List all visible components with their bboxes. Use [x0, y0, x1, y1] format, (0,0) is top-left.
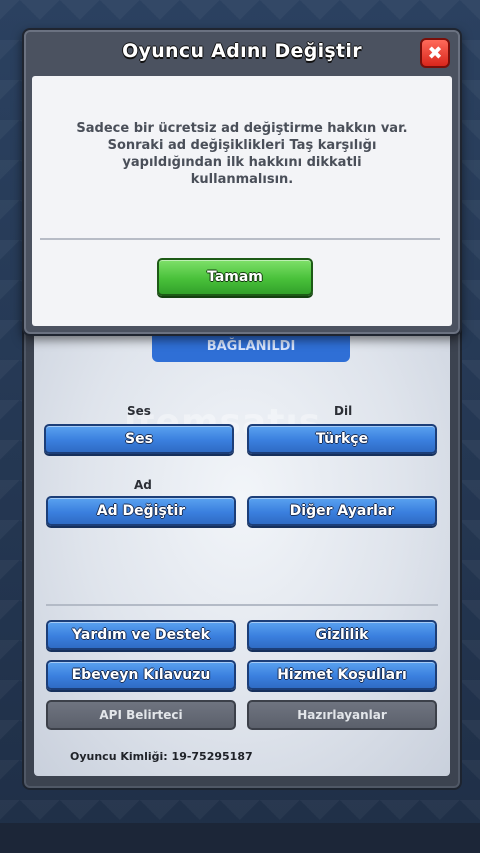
bottom-bar: [0, 823, 480, 853]
player-id: Oyuncu Kimliği: 19-75295187: [70, 750, 253, 763]
privacy-button[interactable]: Gizlilik: [247, 620, 437, 650]
language-label: Dil: [334, 404, 353, 418]
parent-guide-button[interactable]: Ebeveyn Kılavuzu: [46, 660, 236, 690]
terms-button[interactable]: Hizmet Koşulları: [247, 660, 437, 690]
modal-title: Oyuncu Adını Değiştir: [122, 40, 362, 62]
help-support-button[interactable]: Yardım ve Destek: [46, 620, 236, 650]
modal-message: Sadece bir ücretsiz ad değiştirme hakkın…: [76, 121, 408, 187]
credits-button[interactable]: Hazırlayanlar: [247, 700, 437, 730]
close-button[interactable]: ✖: [420, 38, 450, 68]
divider: [46, 604, 438, 606]
sound-button[interactable]: Ses: [44, 424, 234, 454]
close-icon: ✖: [427, 42, 443, 64]
change-name-button[interactable]: Ad Değiştir: [46, 496, 236, 526]
settings-panel: BAĞLANILDI itemsatış Ses Ses Dil Türkçe …: [22, 300, 462, 790]
change-name-modal: Oyuncu Adını Değiştir ✖ Sadece bir ücret…: [22, 28, 462, 336]
modal-body: Sadece bir ücretsiz ad değiştirme hakkın…: [32, 76, 452, 326]
sound-label: Ses: [127, 404, 151, 418]
other-settings-button[interactable]: Diğer Ayarlar: [247, 496, 437, 526]
modal-divider: [40, 238, 440, 240]
name-label: Ad: [134, 478, 152, 492]
language-button[interactable]: Türkçe: [247, 424, 437, 454]
ok-button[interactable]: Tamam: [157, 258, 313, 296]
settings-content: BAĞLANILDI itemsatış Ses Ses Dil Türkçe …: [34, 310, 450, 776]
api-token-button[interactable]: API Belirteci: [46, 700, 236, 730]
